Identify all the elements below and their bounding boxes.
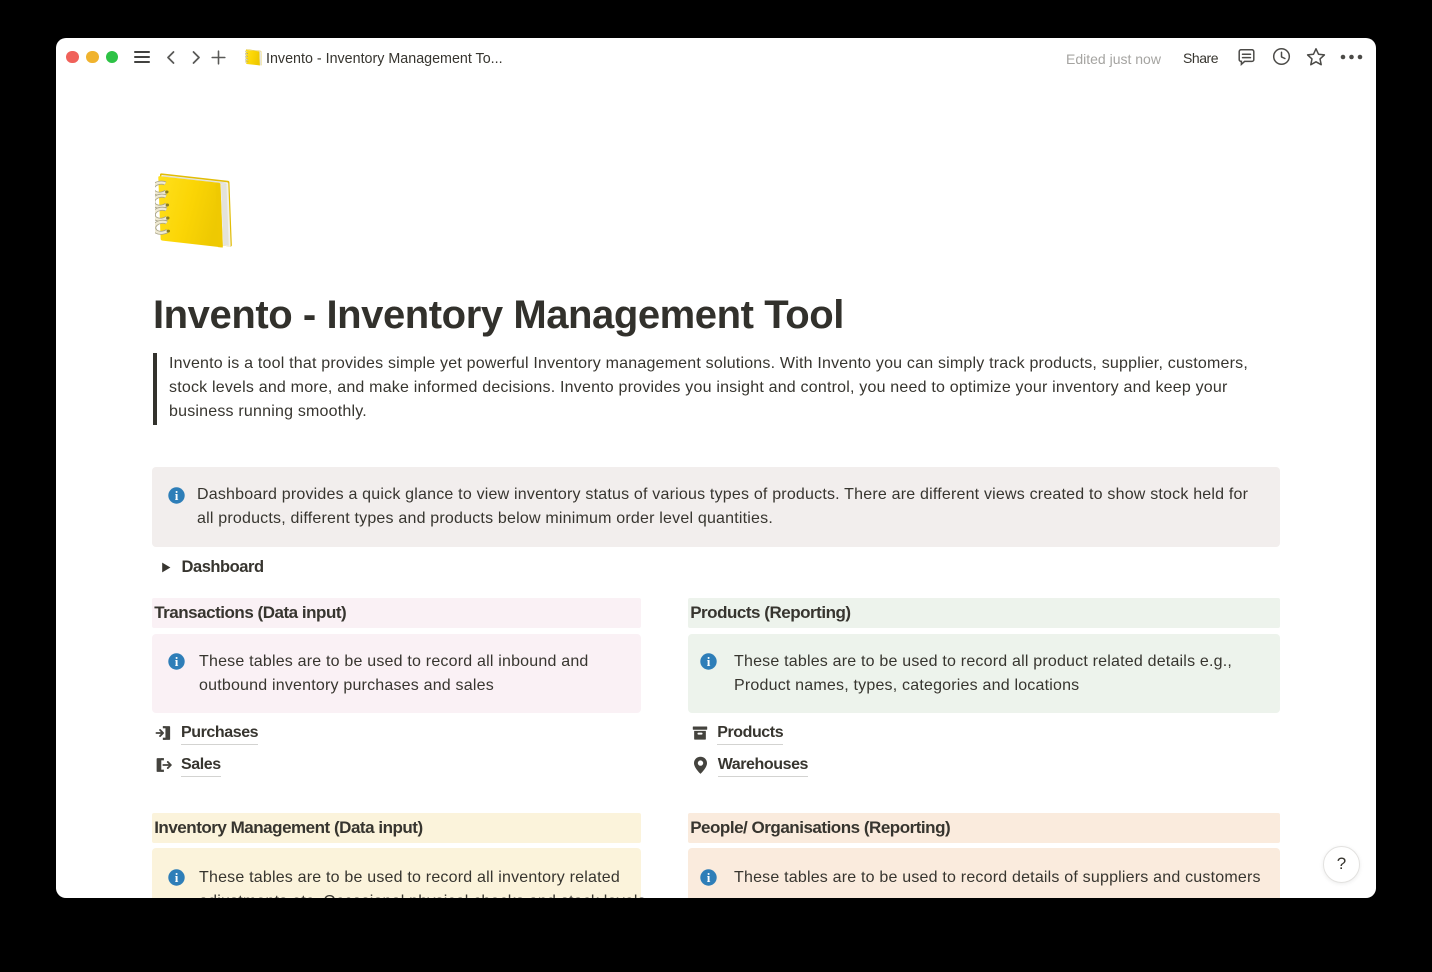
svg-text:i: i [706, 870, 710, 885]
svg-text:i: i [174, 870, 178, 885]
svg-text:i: i [174, 488, 178, 503]
svg-text:i: i [706, 654, 710, 669]
svg-text:i: i [174, 654, 178, 669]
